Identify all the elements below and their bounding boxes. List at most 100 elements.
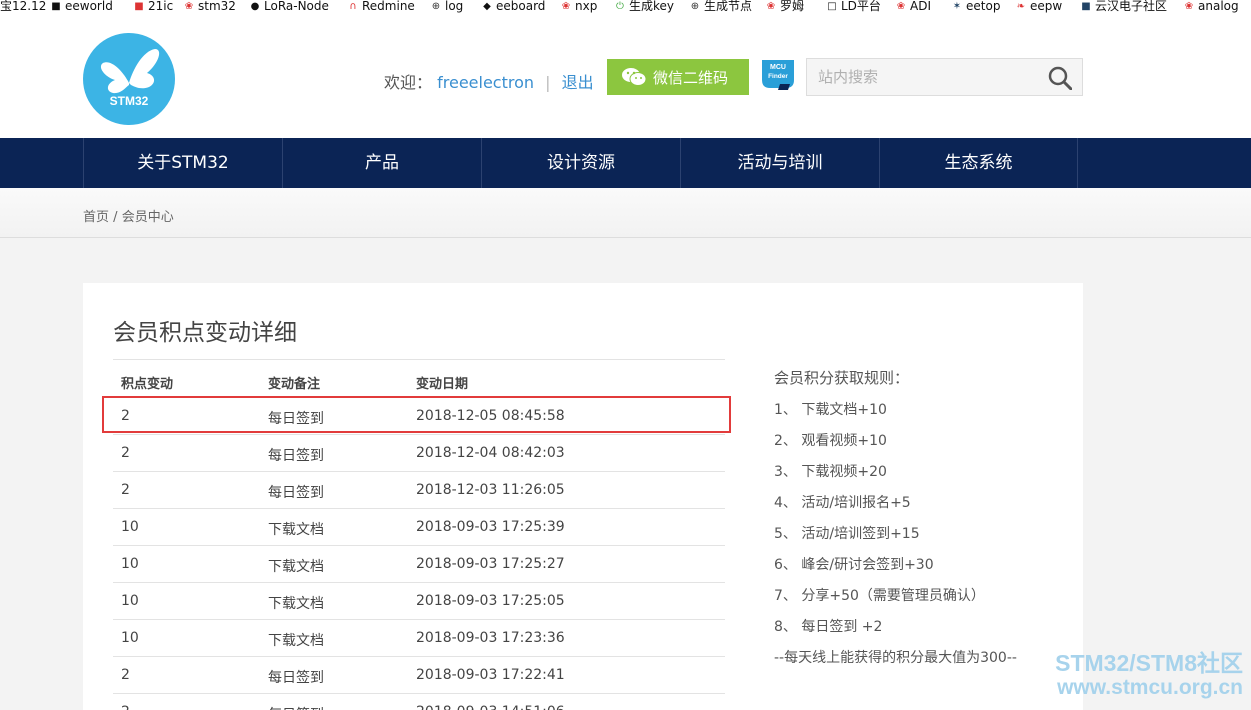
- bookmark-label: 云汉电子社区: [1095, 0, 1168, 13]
- bookmark-2[interactable]: ■ 21ic: [133, 0, 173, 13]
- bookmark-15[interactable]: ❧ eepw: [1015, 0, 1062, 13]
- rule-item: 8、 每日签到 +2: [774, 619, 883, 635]
- nav-products[interactable]: 产品: [282, 138, 481, 188]
- bookmark-6[interactable]: ⊕ log: [430, 0, 464, 13]
- cell-remark: 下载文档: [268, 596, 324, 612]
- breadcrumb-home[interactable]: 首页: [83, 210, 109, 225]
- rule-item: 7、 分享+50（需要管理员确认）: [774, 588, 985, 604]
- bookmark-label: eeboard: [496, 0, 546, 13]
- bookmark-label: analog: [1198, 0, 1239, 13]
- table-row: 10 下载文档 2018-09-03 17:25:39: [113, 508, 725, 545]
- site-watermark: STM32/STM8社区 www.stmcu.org.cn: [1055, 650, 1243, 700]
- bookmark-10[interactable]: ⊕ 生成节点: [689, 0, 752, 13]
- welcome-area: 欢迎： freeelectron | 退出: [384, 69, 594, 93]
- cell-date: 2018-09-03 17:25:39: [416, 519, 565, 535]
- mcu-finder-icon: MCU Finder: [762, 60, 794, 90]
- cell-date: 2018-12-03 11:26:05: [416, 482, 565, 498]
- cell-remark: 下载文档: [268, 559, 324, 575]
- rule-item: 5、 活动/培训签到+15: [774, 526, 920, 542]
- wechat-qr-button[interactable]: 微信二维码: [607, 59, 749, 95]
- watermark-line2: www.stmcu.org.cn: [1057, 676, 1243, 699]
- mcu-finder-line2: Finder: [768, 73, 788, 80]
- bookmark-7[interactable]: ◆ eeboard: [481, 0, 545, 13]
- site-search: [806, 58, 1083, 96]
- cell-date: 2018-09-03 17:25:05: [416, 593, 565, 609]
- bookmark-14[interactable]: ✶ eetop: [951, 0, 1001, 13]
- cell-remark: 每日签到: [268, 485, 324, 501]
- bookmark-label: eepw: [1030, 0, 1063, 13]
- col-header-remark: 变动备注: [268, 377, 321, 392]
- globe-icon: ⊕: [431, 1, 441, 12]
- mcu-finder-line1: MCU: [770, 64, 786, 71]
- bookmark-label: 生成key: [629, 0, 675, 13]
- rule-item: 1、 下载文档+10: [774, 402, 887, 418]
- butterfly-icon: ❀: [766, 1, 776, 12]
- nav-design-resources[interactable]: 设计资源: [481, 138, 680, 188]
- table-row: 10 下载文档 2018-09-03 17:25:05: [113, 582, 725, 619]
- cell-points: 10: [121, 519, 139, 535]
- cell-remark: 下载文档: [268, 522, 324, 538]
- breadcrumb-bar: 首页 / 会员中心: [0, 188, 1251, 238]
- bookmark-11[interactable]: ❀ 罗姆: [765, 0, 804, 13]
- search-icon[interactable]: [1048, 66, 1072, 90]
- bookmark-1[interactable]: ■ eeworld: [50, 0, 113, 13]
- bookmark-label: 宝12.12: [0, 0, 47, 13]
- cell-points: 2: [121, 482, 130, 498]
- bookmark-8[interactable]: ❀ nxp: [560, 0, 598, 13]
- wechat-button-label: 微信二维码: [653, 68, 729, 87]
- eeboard-icon: ◆: [483, 1, 491, 12]
- logout-link[interactable]: 退出: [562, 73, 594, 92]
- bookmark-17[interactable]: ❀ analog: [1183, 0, 1239, 13]
- rules-note: --每天线上能获得的积分最大值为300--: [774, 650, 1017, 666]
- bookmark-label: nxp: [575, 0, 598, 13]
- cell-points: 10: [121, 593, 139, 609]
- cell-date: 2018-12-04 08:42:03: [416, 445, 565, 461]
- welcome-label: 欢迎：: [384, 73, 433, 92]
- eepw-icon: ❧: [1016, 1, 1026, 12]
- logo-text: STM32: [109, 94, 149, 108]
- bookmark-13[interactable]: ❀ ADI: [895, 0, 931, 13]
- bookmark-5[interactable]: ∩ Redmine: [347, 0, 415, 13]
- butterfly-icon: ❀: [1184, 1, 1194, 12]
- table-row: 2 每日签到 2018-09-03 17:22:41: [113, 656, 725, 693]
- bookmark-label: log: [445, 0, 464, 13]
- table-row: 2 每日签到 2018-09-03 14:51:06: [113, 693, 725, 710]
- bookmark-9[interactable]: ⏻ 生成key: [614, 0, 674, 13]
- eetop-icon: ✶: [952, 1, 962, 12]
- wechat-icon: [622, 68, 647, 86]
- site-header: STM32 欢迎： freeelectron | 退出 微信二维码 MCU Fi…: [0, 13, 1251, 138]
- power-icon: ⏻: [616, 1, 624, 12]
- cell-points: 2: [121, 667, 130, 683]
- stm32-logo[interactable]: STM32: [83, 33, 175, 125]
- bookmark-3[interactable]: ❀ stm32: [183, 0, 236, 13]
- col-header-points: 积点变动: [121, 377, 174, 392]
- github-icon: ●: [250, 1, 260, 12]
- bookmark-label: eeworld: [65, 0, 113, 13]
- bookmark-12[interactable]: □ LD平台: [826, 0, 881, 13]
- bookmark-label: LoRa-Node: [264, 0, 329, 13]
- points-rules: 会员积分获取规则： 1、 下载文档+10 2、 观看视频+10 3、 下载视频+20…: [774, 367, 1017, 679]
- table-row: 10 下载文档 2018-09-03 17:25:27: [113, 545, 725, 582]
- bookmark-label: Redmine: [362, 0, 415, 13]
- breadcrumb-current: 会员中心: [121, 210, 174, 225]
- table-row: 10 下载文档 2018-09-03 17:23:36: [113, 619, 725, 656]
- page-title: 会员积点变动详细: [113, 320, 297, 346]
- rule-item: 4、 活动/培训报名+5: [774, 495, 911, 511]
- butterfly-icon: ❀: [896, 1, 906, 12]
- search-input[interactable]: [807, 59, 1037, 95]
- bookmark-label: 生成节点: [704, 0, 753, 13]
- bookmark-0[interactable]: 宝12.12: [0, 0, 46, 13]
- ic-icon: ■: [1081, 1, 1091, 12]
- nav-ecosystem[interactable]: 生态系统: [879, 138, 1078, 188]
- bookmark-16[interactable]: ■ 云汉电子社区: [1080, 0, 1167, 13]
- cell-points: 2: [121, 445, 130, 461]
- username-link[interactable]: freeelectron: [437, 73, 534, 92]
- breadcrumb: 首页 / 会员中心: [83, 206, 174, 225]
- nav-events-training[interactable]: 活动与培训: [680, 138, 879, 188]
- bookmark-label: ADI: [910, 0, 931, 13]
- nav-about-stm32[interactable]: 关于STM32: [83, 138, 282, 188]
- eeworld-icon: ■: [51, 1, 61, 12]
- mcu-finder-badge[interactable]: MCU Finder: [760, 58, 796, 92]
- redmine-icon: ∩: [349, 1, 357, 12]
- bookmark-4[interactable]: ● LoRa-Node: [249, 0, 329, 13]
